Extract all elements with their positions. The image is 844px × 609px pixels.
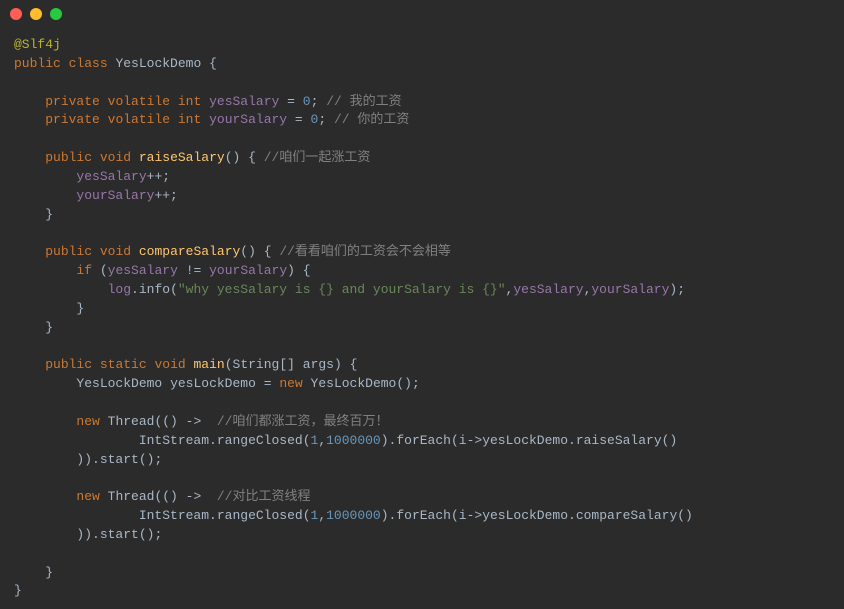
keyword-int: int — [178, 94, 201, 109]
annotation: @Slf4j — [14, 37, 61, 52]
comment: // 你的工资 — [334, 112, 409, 127]
field-name: yesSalary — [209, 94, 279, 109]
method-call: compareSalary — [576, 508, 677, 523]
comment: //咱们一起涨工资 — [264, 150, 371, 165]
method-call: rangeClosed — [217, 508, 303, 523]
minimize-icon[interactable] — [30, 8, 42, 20]
class-ref: IntStream — [139, 433, 209, 448]
method-call: raiseSalary — [576, 433, 662, 448]
method-call: start — [100, 452, 139, 467]
method-name: raiseSalary — [139, 150, 225, 165]
class-ref: YesLockDemo — [76, 376, 162, 391]
method-call: start — [100, 527, 139, 542]
keyword-class: class — [69, 56, 108, 71]
class-ref: Thread — [108, 414, 155, 429]
keyword-private: private — [45, 94, 100, 109]
keyword-public: public — [45, 357, 92, 372]
field-ref: yourSalary — [209, 263, 287, 278]
keyword-volatile: volatile — [108, 94, 170, 109]
method-call: forEach — [396, 433, 451, 448]
maximize-icon[interactable] — [50, 8, 62, 20]
method-name: compareSalary — [139, 244, 240, 259]
param-name: args — [303, 357, 334, 372]
keyword-static: static — [100, 357, 147, 372]
number-literal: 1000000 — [326, 508, 381, 523]
logger: log — [108, 282, 131, 297]
keyword-volatile: volatile — [108, 112, 170, 127]
field-name: yourSalary — [209, 112, 287, 127]
method-call: info — [139, 282, 170, 297]
comment: //看看咱们的工资会不会相等 — [279, 244, 451, 259]
comment: // 我的工资 — [326, 94, 401, 109]
code-editor: @Slf4j public class YesLockDemo { privat… — [0, 28, 844, 609]
param-type: String[] — [233, 357, 295, 372]
variable: yesLockDemo — [482, 508, 568, 523]
field-ref: yourSalary — [76, 188, 154, 203]
keyword-private: private — [45, 112, 100, 127]
keyword-new: new — [279, 376, 302, 391]
keyword-new: new — [76, 414, 99, 429]
variable: yesLockDemo — [170, 376, 256, 391]
class-ref: IntStream — [139, 508, 209, 523]
method-call: forEach — [396, 508, 451, 523]
number-literal: 0 — [303, 94, 311, 109]
keyword-if: if — [76, 263, 92, 278]
window-titlebar — [0, 0, 844, 28]
field-ref: yourSalary — [591, 282, 669, 297]
variable: yesLockDemo — [482, 433, 568, 448]
comment: //咱们都涨工资，最终百万！ — [217, 414, 389, 429]
close-icon[interactable] — [10, 8, 22, 20]
keyword-void: void — [100, 244, 131, 259]
method-call: rangeClosed — [217, 433, 303, 448]
comment: //对比工资线程 — [217, 489, 311, 504]
field-ref: yesSalary — [108, 263, 178, 278]
field-ref: yesSalary — [513, 282, 583, 297]
class-ref: YesLockDemo — [311, 376, 397, 391]
number-literal: 1000000 — [326, 433, 381, 448]
class-name: YesLockDemo — [115, 56, 201, 71]
keyword-int: int — [178, 112, 201, 127]
keyword-public: public — [14, 56, 61, 71]
field-ref: yesSalary — [76, 169, 146, 184]
class-ref: Thread — [108, 489, 155, 504]
string-literal: "why yesSalary is {} and yourSalary is {… — [178, 282, 506, 297]
keyword-public: public — [45, 244, 92, 259]
keyword-new: new — [76, 489, 99, 504]
keyword-public: public — [45, 150, 92, 165]
lambda-param: i — [459, 508, 467, 523]
lambda-param: i — [459, 433, 467, 448]
keyword-void: void — [100, 150, 131, 165]
method-name: main — [194, 357, 225, 372]
keyword-void: void — [154, 357, 185, 372]
